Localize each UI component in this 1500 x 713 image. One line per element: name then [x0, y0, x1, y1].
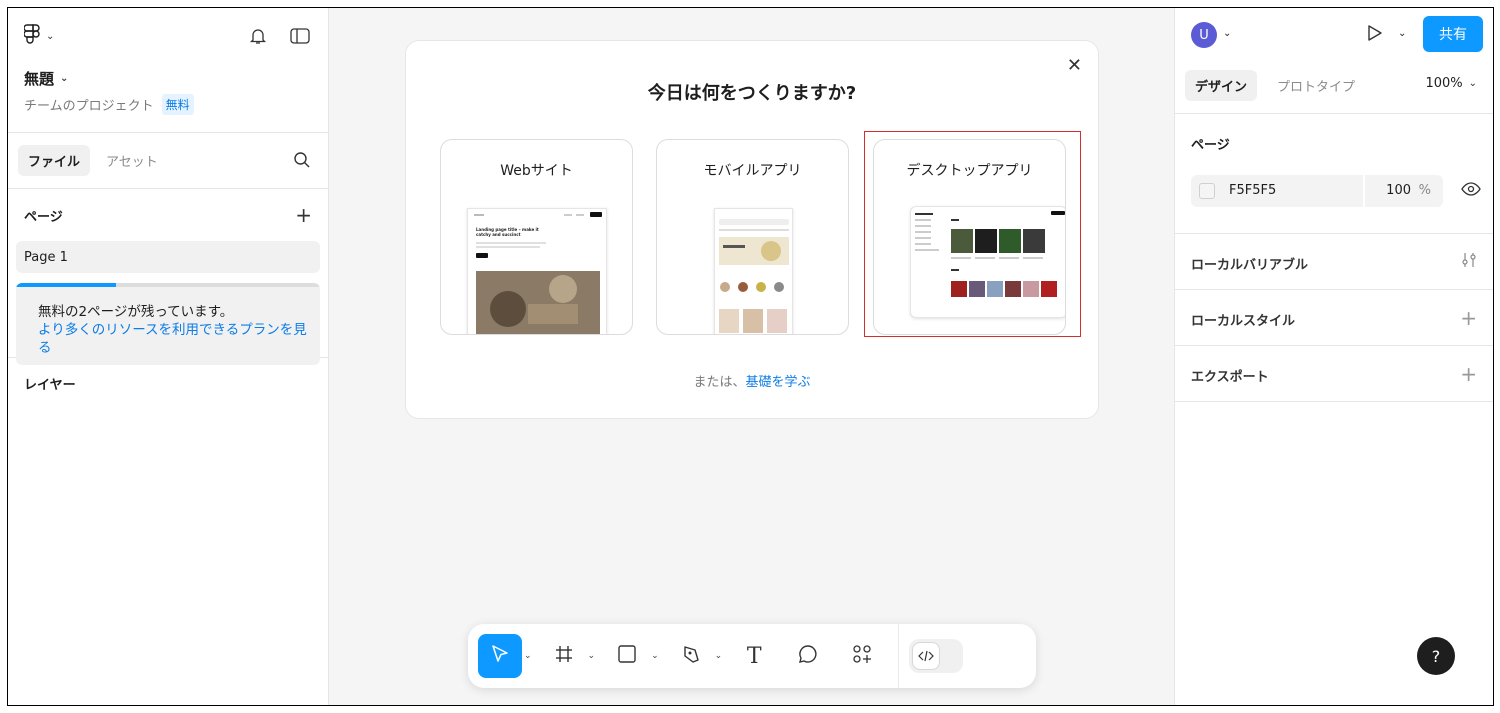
plan-badge[interactable]: 無料: [161, 94, 194, 115]
shape-tool-button[interactable]: [605, 634, 649, 678]
actions-tool-button[interactable]: [840, 634, 884, 678]
background-color-field[interactable]: F5F5F5 100 %: [1191, 175, 1443, 207]
project-name[interactable]: チームのプロジェクト: [24, 95, 154, 114]
pages-heading: ページ: [24, 209, 63, 225]
file-header: ⌄ 無題 ⌄ チームのプロジェクト 無料: [8, 8, 328, 133]
comment-icon: [798, 644, 818, 668]
card-website[interactable]: Webサイト Landing page title – make it catc…: [440, 139, 633, 335]
zoom-value: 100%: [1425, 76, 1463, 91]
play-icon[interactable]: [1365, 24, 1383, 46]
upsell-banner: 無料の2ページが残っています。 より多くのリソースを利用できるプランを見る: [16, 283, 320, 365]
learn-basics: または、基礎を学ぶ: [406, 371, 1098, 390]
layers-heading: レイヤー: [24, 378, 76, 393]
app-window: ⌄ 無題 ⌄ チームのプロジェクト 無料 ファイル アセット ページ + Pag…: [7, 7, 1494, 706]
frame-tool-button[interactable]: [542, 634, 586, 678]
resources-icon: [851, 643, 873, 669]
add-page-icon[interactable]: +: [295, 203, 312, 227]
bottom-toolbar: ⌄ ⌄ ⌄ ⌄ T: [468, 624, 1036, 688]
left-sidebar: ⌄ 無題 ⌄ チームのプロジェクト 無料 ファイル アセット ページ + Pag…: [8, 8, 329, 705]
card-desktop-app[interactable]: デスクトップアプリ: [873, 139, 1066, 335]
modal-title: 今日は何をつくりますか?: [647, 83, 857, 104]
chevron-down-icon: ⌄: [60, 73, 69, 84]
chevron-down-icon[interactable]: ⌄: [588, 651, 596, 661]
color-swatch[interactable]: [1199, 183, 1215, 199]
frame-hash-icon: [554, 644, 574, 668]
pages-header: ページ +: [8, 189, 328, 241]
properties-header: U ⌄ ⌄ 共有 デザイン プロトタイプ 100% ⌄: [1175, 8, 1493, 114]
start-modal: 今日は何をつくりますか? ✕ Webサイト Landing page title…: [405, 40, 1099, 419]
search-icon[interactable]: [292, 150, 312, 170]
page-section: ページ F5F5F5 100 %: [1175, 114, 1493, 234]
move-tool-button[interactable]: [478, 634, 522, 678]
chevron-down-icon[interactable]: ⌄: [715, 651, 723, 661]
footer-prefix: または、: [693, 375, 746, 390]
mobile-thumbnail: [714, 208, 793, 334]
tab-prototype[interactable]: プロトタイプ: [1267, 70, 1365, 101]
right-sidebar: U ⌄ ⌄ 共有 デザイン プロトタイプ 100% ⌄ ページ F5F5F5 1…: [1174, 8, 1493, 705]
chevron-down-icon[interactable]: ⌄: [651, 651, 659, 661]
chevron-down-icon[interactable]: ⌄: [1398, 28, 1406, 39]
project-info: チームのプロジェクト 無料: [24, 94, 194, 115]
opacity-field[interactable]: 100 %: [1363, 175, 1443, 207]
opacity-unit: %: [1418, 183, 1431, 198]
chevron-down-icon: ⌄: [1468, 78, 1477, 89]
hex-value[interactable]: F5F5F5: [1229, 183, 1276, 198]
page-list-item[interactable]: Page 1: [16, 241, 320, 273]
website-thumbnail: Landing page title – make it catchy and …: [467, 208, 607, 334]
card-mobile-app[interactable]: モバイルアプリ: [656, 139, 849, 335]
main-menu-button[interactable]: ⌄: [23, 24, 55, 49]
close-icon[interactable]: ✕: [1067, 55, 1082, 76]
pen-tool-button[interactable]: [669, 634, 713, 678]
page-quota-progress: [16, 283, 320, 287]
website-thumb-headline: Landing page title – make it catchy and …: [476, 227, 539, 237]
code-icon: [912, 642, 941, 670]
share-button[interactable]: 共有: [1423, 16, 1483, 52]
comment-tool-button[interactable]: [786, 634, 830, 678]
desktop-thumbnail: [910, 206, 1065, 318]
zoom-dropdown[interactable]: 100% ⌄: [1425, 76, 1477, 91]
variables-adjust-icon[interactable]: [1461, 250, 1477, 274]
cursor-icon: [489, 643, 511, 669]
chevron-down-icon[interactable]: ⌄: [1223, 28, 1231, 39]
upsell-text: 無料の2ページが残っています。: [38, 304, 234, 320]
figma-logo-icon: [23, 24, 42, 49]
local-variables-title: ローカルバリアブル: [1191, 258, 1309, 273]
tab-design[interactable]: デザイン: [1185, 70, 1258, 101]
local-styles-title: ローカルスタイル: [1191, 314, 1296, 329]
eye-icon[interactable]: [1461, 182, 1481, 200]
rectangle-icon: [617, 644, 637, 668]
learn-basics-link[interactable]: 基礎を学ぶ: [746, 375, 811, 390]
text-tool-button[interactable]: T: [732, 634, 776, 678]
toggle-sidebar-icon[interactable]: [290, 26, 310, 46]
dev-mode-toggle[interactable]: [909, 639, 964, 673]
pen-icon: [680, 643, 702, 669]
bell-icon[interactable]: [248, 26, 268, 46]
card-label: モバイルアプリ: [703, 163, 802, 179]
toolbar-divider: [898, 624, 900, 688]
export-section[interactable]: エクスポート +: [1175, 346, 1493, 402]
progress-fill: [16, 283, 117, 287]
page-name: Page 1: [24, 249, 68, 265]
opacity-value: 100: [1386, 183, 1411, 198]
export-title: エクスポート: [1191, 370, 1269, 385]
tab-file[interactable]: ファイル: [18, 145, 91, 176]
upgrade-link[interactable]: より多くのリソースを利用できるプランを見る: [38, 321, 308, 357]
local-styles-section[interactable]: ローカルスタイル +: [1175, 290, 1493, 346]
local-variables-section[interactable]: ローカルバリアブル: [1175, 234, 1493, 290]
file-title[interactable]: 無題 ⌄: [24, 68, 68, 89]
tab-assets[interactable]: アセット: [96, 145, 168, 176]
card-label: デスクトップアプリ: [906, 163, 1033, 179]
file-title-text: 無題: [24, 70, 55, 88]
avatar[interactable]: U: [1191, 22, 1217, 48]
add-style-icon[interactable]: +: [1460, 306, 1477, 330]
sidebar-tabs: ファイル アセット: [8, 133, 328, 189]
chevron-down-icon[interactable]: ⌄: [524, 651, 532, 661]
help-button[interactable]: ?: [1417, 637, 1455, 675]
add-export-icon[interactable]: +: [1460, 362, 1477, 386]
page-section-title: ページ: [1191, 138, 1230, 153]
chevron-down-icon: ⌄: [46, 31, 55, 42]
card-label: Webサイト: [500, 163, 573, 179]
text-icon: T: [746, 643, 762, 669]
